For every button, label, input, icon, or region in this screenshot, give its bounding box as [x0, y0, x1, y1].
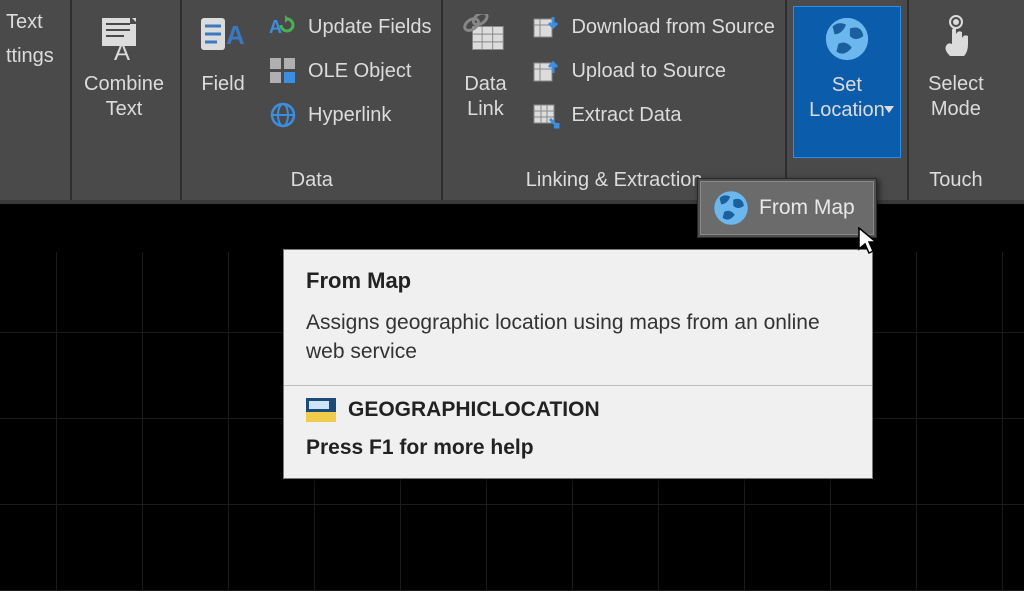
combine-text-icon: A [100, 14, 148, 62]
field-icon: A [199, 14, 247, 62]
extract-data-button[interactable]: Extract Data [527, 98, 778, 132]
svg-text:A: A [114, 39, 130, 62]
tooltip-description: Assigns geographic location using maps f… [306, 308, 850, 367]
command-icon [306, 398, 336, 422]
combine-text-label-1: Combine [84, 73, 164, 95]
fragment-settings-button[interactable]: ttings [6, 42, 66, 70]
update-fields-icon: A [268, 12, 298, 42]
ole-object-icon [268, 56, 298, 86]
upload-source-button[interactable]: Upload to Source [527, 54, 778, 88]
data-link-label-1: Data [464, 73, 506, 95]
panel-linking: Data Link Download from Source [443, 0, 786, 200]
select-mode-button[interactable]: Select Mode [915, 6, 997, 158]
select-mode-label-1: Select [928, 73, 984, 95]
globe-icon [823, 15, 871, 63]
set-location-button[interactable]: Set Location [793, 6, 901, 158]
ole-object-button[interactable]: OLE Object [264, 54, 435, 88]
field-label: Field [201, 72, 244, 97]
select-mode-label-2: Mode [931, 98, 981, 120]
tooltip: From Map Assigns geographic location usi… [283, 249, 873, 479]
svg-text:A: A [226, 20, 245, 50]
panel-title-text-blank [74, 163, 174, 200]
panel-title-empty [6, 163, 66, 200]
fragment-text-button[interactable]: Text [6, 8, 66, 36]
set-location-dropdown: From Map [697, 178, 877, 238]
tooltip-title: From Map [306, 268, 850, 294]
from-map-label: From Map [759, 196, 855, 220]
panel-touch: Select Mode Touch [909, 0, 1003, 200]
set-location-label-2: Location [809, 99, 885, 121]
hyperlink-button[interactable]: Hyperlink [264, 98, 435, 132]
hyperlink-icon [268, 100, 298, 130]
data-link-icon [461, 14, 509, 62]
upload-label: Upload to Source [571, 60, 726, 83]
update-fields-label: Update Fields [308, 16, 431, 39]
panel-data: A Field A Update Fields [182, 0, 443, 200]
panel-title-data: Data [188, 163, 435, 200]
download-source-button[interactable]: Download from Source [527, 10, 778, 44]
upload-icon [531, 56, 561, 86]
tooltip-help: Press F1 for more help [306, 436, 850, 460]
hyperlink-label: Hyperlink [308, 104, 391, 127]
combine-text-label-2: Text [106, 98, 143, 120]
panel-title-touch: Touch [915, 163, 997, 200]
chevron-down-icon [884, 106, 894, 113]
touch-hand-icon [932, 14, 980, 62]
tooltip-command: GEOGRAPHICLOCATION [348, 398, 600, 422]
extract-data-label: Extract Data [571, 104, 681, 127]
from-map-menu-item[interactable]: From Map [700, 181, 874, 235]
field-button[interactable]: A Field [188, 6, 258, 158]
globe-icon-small [711, 188, 751, 228]
panel-fragment-left: Text ttings [0, 0, 72, 200]
combine-text-button[interactable]: A Combine Text [74, 6, 174, 158]
download-icon [531, 12, 561, 42]
set-location-label-1: Set [832, 74, 862, 96]
extract-data-icon [531, 100, 561, 130]
download-label: Download from Source [571, 16, 774, 39]
update-fields-button[interactable]: A Update Fields [264, 10, 435, 44]
data-link-label-2: Link [467, 98, 504, 120]
ole-object-label: OLE Object [308, 60, 411, 83]
data-link-button[interactable]: Data Link [449, 6, 521, 158]
ribbon: Text ttings A Combine Text [0, 0, 1024, 204]
panel-text-end: A Combine Text [72, 0, 182, 200]
panel-location: Set Location [787, 0, 909, 200]
